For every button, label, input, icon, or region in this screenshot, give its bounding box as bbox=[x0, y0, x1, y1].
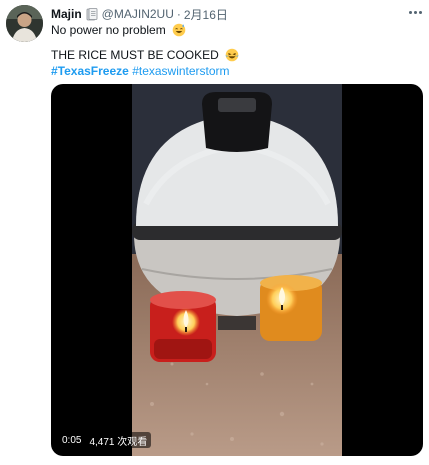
display-name[interactable]: Majin bbox=[51, 7, 82, 21]
hashtag-link[interactable]: #texaswinterstorm bbox=[132, 64, 229, 78]
more-options-icon[interactable] bbox=[406, 4, 424, 20]
hashtag-link[interactable]: #TexasFreeze bbox=[51, 64, 129, 78]
book-badge-icon bbox=[86, 7, 98, 21]
tweet-text-line-1: No power no problem bbox=[51, 23, 186, 41]
video-time-overlay: 0:05 4,471 次观看 bbox=[58, 432, 152, 448]
video-frame bbox=[132, 84, 342, 456]
tweet[interactable]: Majin @MAJIN2UU · 2月16日 No power no prob… bbox=[0, 0, 429, 465]
tweet-header: Majin @MAJIN2UU · 2月16日 bbox=[51, 6, 228, 22]
tweet-date[interactable]: 2月16日 bbox=[184, 6, 228, 23]
video-time: 0:05 bbox=[62, 434, 82, 446]
avatar[interactable] bbox=[6, 5, 43, 42]
tweet-text-1: No power no problem bbox=[51, 23, 166, 37]
user-handle[interactable]: @MAJIN2UU bbox=[102, 7, 174, 21]
sweat-smile-emoji-icon bbox=[172, 23, 186, 41]
video-player[interactable]: 0:05 4,471 次观看 bbox=[51, 84, 423, 456]
separator-dot: · bbox=[176, 7, 181, 21]
hashtags: #TexasFreeze #texaswinterstorm bbox=[51, 64, 230, 79]
video-views: 4,471 次观看 bbox=[89, 436, 148, 448]
avatar-image bbox=[6, 5, 43, 42]
tweet-text-2: THE RICE MUST BE COOKED bbox=[51, 48, 219, 62]
